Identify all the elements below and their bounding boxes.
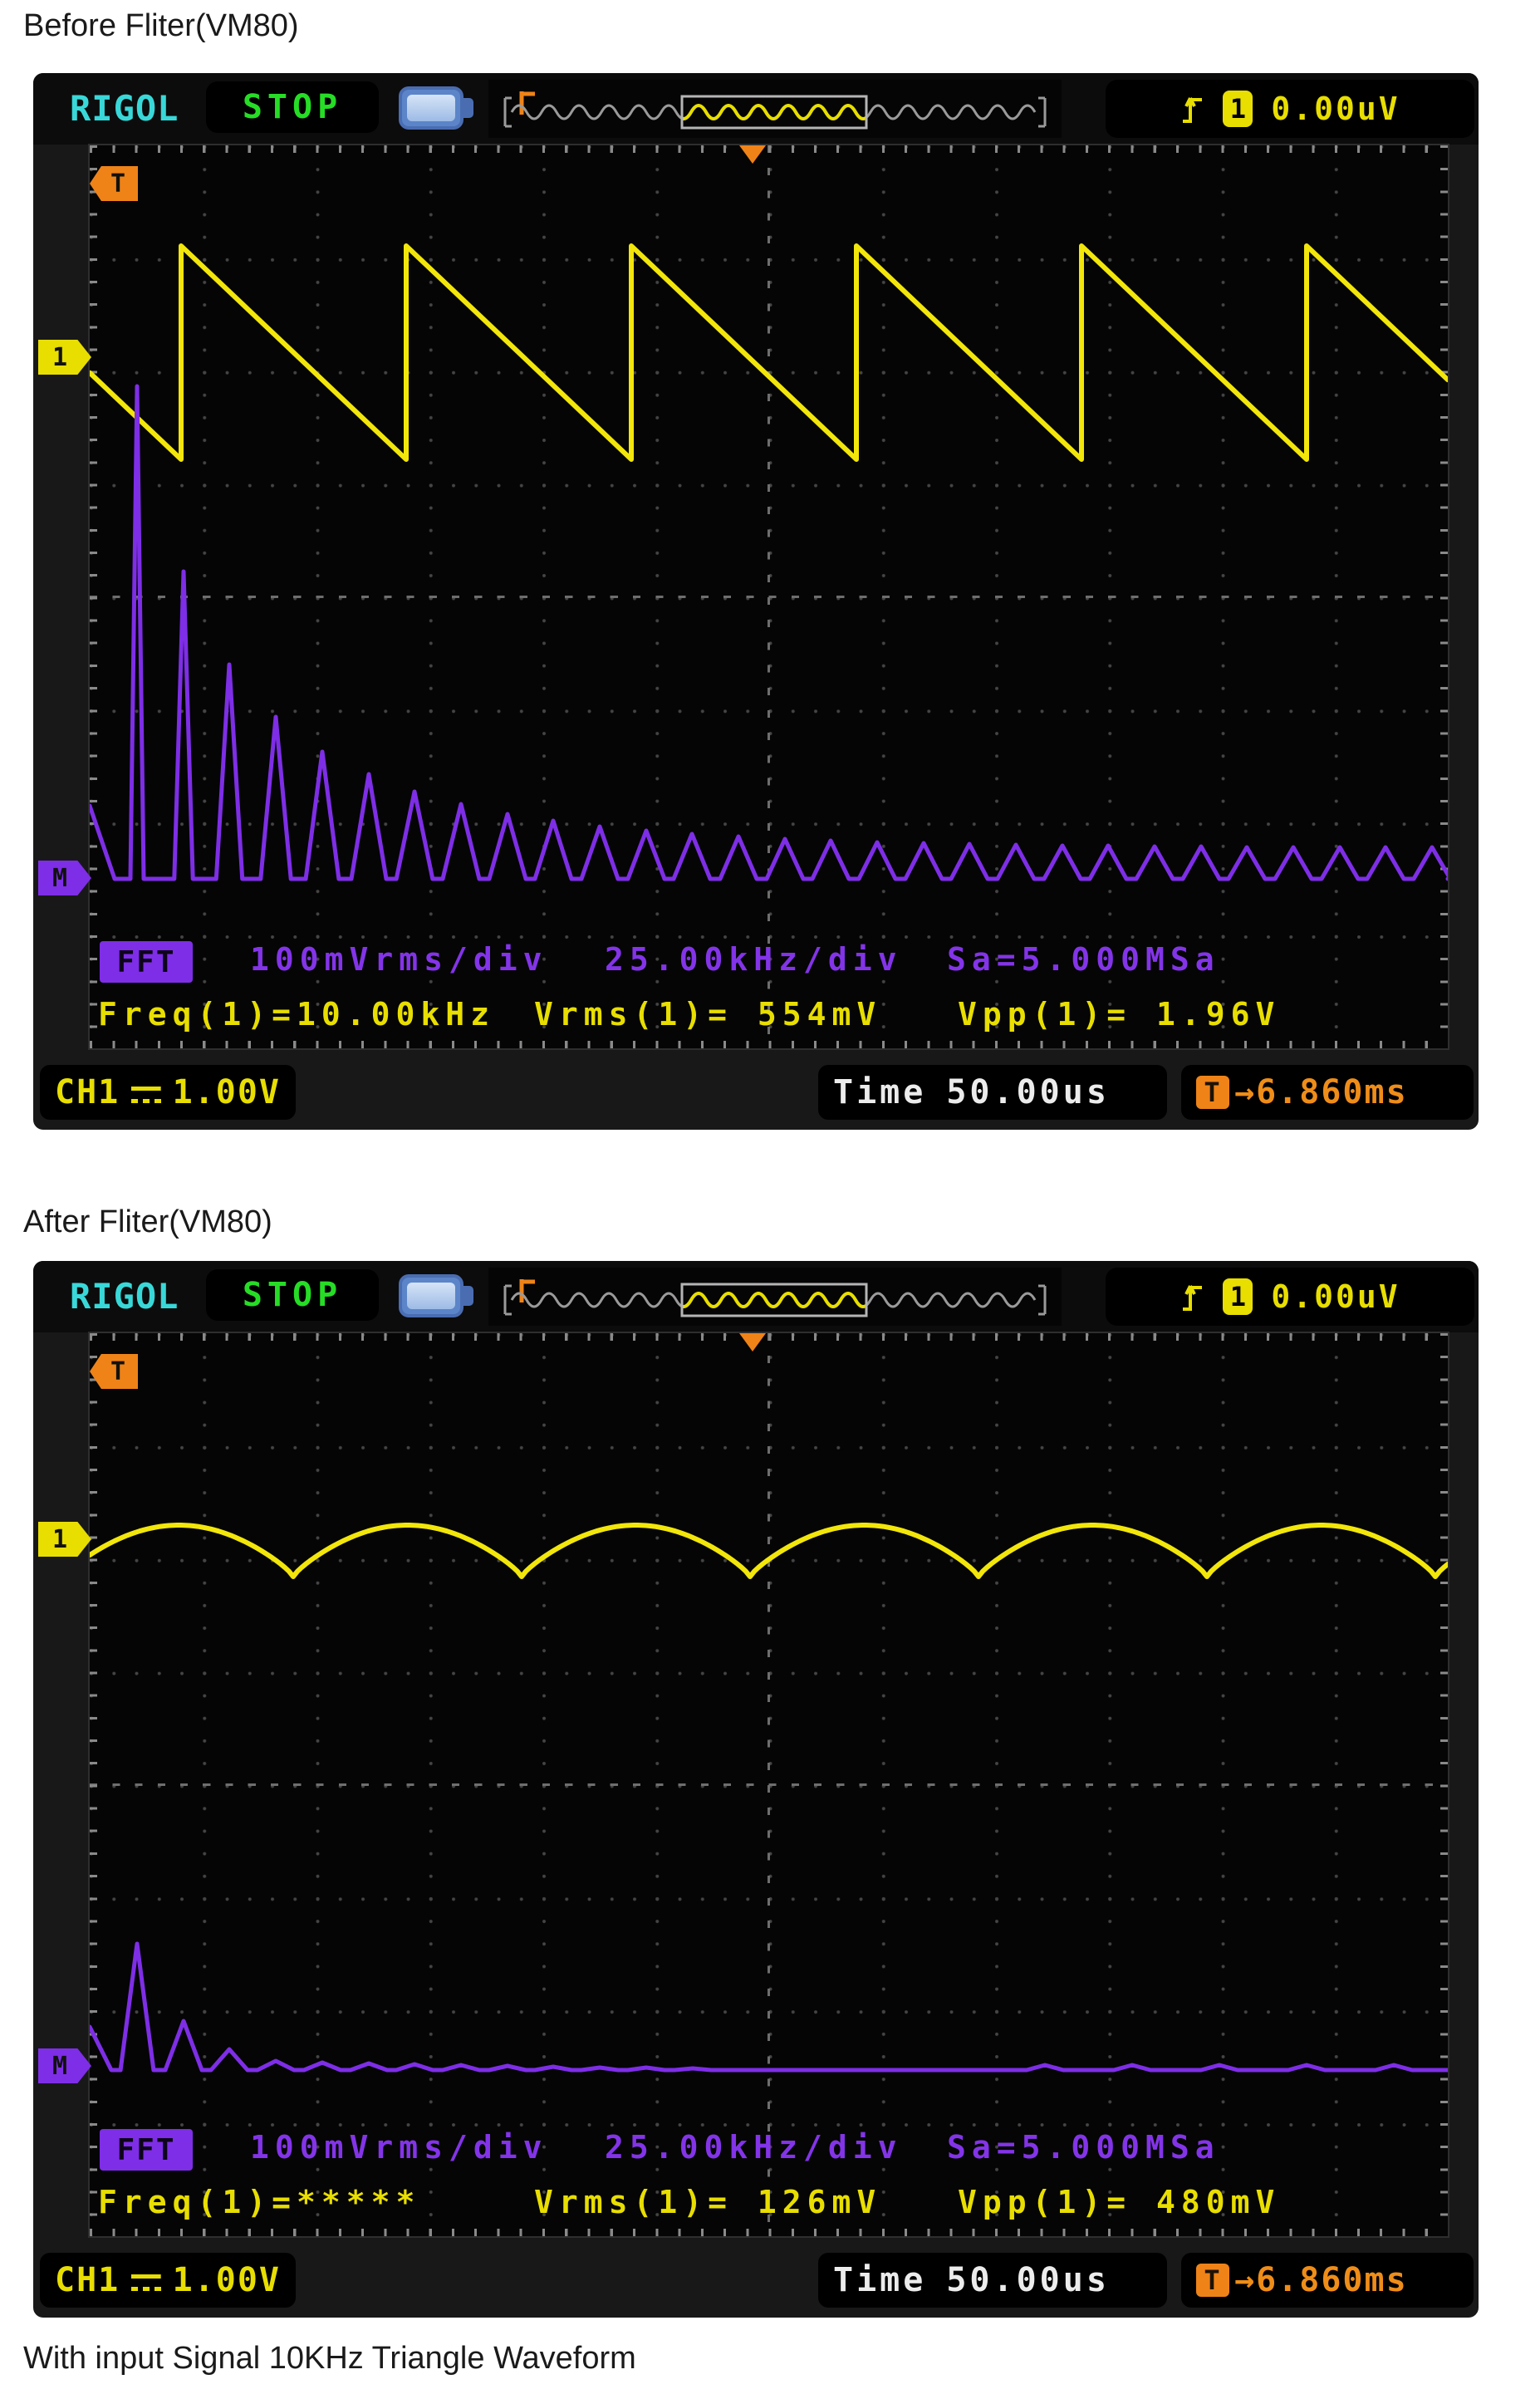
channel1-marker: 1 <box>38 1522 91 1557</box>
waveform-traces <box>90 145 1448 1048</box>
rigol-logo: RIGOL <box>70 1276 179 1317</box>
run-status-box: STOP <box>206 1269 379 1321</box>
channel1-status-box: CH1 1.00V <box>40 1065 296 1120</box>
fft-sample-rate: Sa=5.000MSa <box>947 941 1220 978</box>
vpp-measurement: Vpp(1)= 480mV <box>958 2184 1280 2220</box>
waveform-traces <box>90 1333 1448 2236</box>
trigger-position-marker <box>739 145 766 164</box>
battery-icon <box>399 86 463 130</box>
fft-tag: FFT <box>100 2129 193 2171</box>
run-status: STOP <box>243 1276 342 1314</box>
timebase-box: Time 50.00us <box>818 1065 1167 1120</box>
caption-input-signal: With input Signal 10KHz Triangle Wavefor… <box>23 2341 636 2377</box>
fft-settings-row: FFT 100mVrms/div 25.00kHz/div Sa=5.000MS… <box>90 2129 1448 2172</box>
fft-horizontal-scale: 25.00kHz/div <box>605 2129 903 2166</box>
trigger-level-readout: 0.00uV <box>1271 91 1400 127</box>
dc-coupling-icon <box>131 2274 160 2294</box>
trigger-info-box: 1 0.00uV <box>1106 80 1474 138</box>
measurements-row: Freq(1)=10.00kHz Vrms(1)= 554mV Vpp(1)= … <box>90 996 1448 1036</box>
waveform-preview-bar <box>493 1273 1057 1321</box>
fft-settings-row: FFT 100mVrms/div 25.00kHz/div Sa=5.000MS… <box>90 941 1448 984</box>
vrms-measurement: Vrms(1)= 554mV <box>534 996 881 1033</box>
fft-vertical-scale: 100mVrms/div <box>250 941 548 978</box>
battery-icon <box>399 1274 463 1317</box>
scope-header: RIGOL STOP 1 0.00uV <box>33 73 1479 145</box>
run-status-box: STOP <box>206 81 379 133</box>
scope-header: RIGOL STOP 1 0.00uV <box>33 1261 1479 1332</box>
trigger-source-badge: 1 <box>1223 91 1253 127</box>
trigger-source-badge: 1 <box>1223 1278 1253 1315</box>
trigger-offset-box: T →6.860ms <box>1181 1065 1474 1120</box>
timebase-box: Time 50.00us <box>818 2253 1167 2308</box>
run-status: STOP <box>243 88 342 126</box>
fft-vertical-scale: 100mVrms/div <box>250 2129 548 2166</box>
graticule: T FFT 100mVrms/div 25.00kHz/div Sa=5.000… <box>90 145 1448 1048</box>
math-channel-marker: M <box>38 2048 91 2083</box>
rigol-logo: RIGOL <box>70 88 179 129</box>
fft-horizontal-scale: 25.00kHz/div <box>605 941 903 978</box>
vpp-measurement: Vpp(1)= 1.96V <box>958 996 1280 1033</box>
trigger-edge-icon <box>1180 90 1204 128</box>
dc-coupling-icon <box>131 1087 160 1106</box>
waveform-preview-bar <box>493 85 1057 133</box>
measurements-row: Freq(1)=***** Vrms(1)= 126mV Vpp(1)= 480… <box>90 2184 1448 2224</box>
freq-measurement: Freq(1)=***** <box>98 2184 420 2220</box>
channel1-status-box: CH1 1.00V <box>40 2253 296 2308</box>
fft-sample-rate: Sa=5.000MSa <box>947 2129 1220 2166</box>
memory-preview-panel <box>488 80 1062 138</box>
trigger-offset-icon: T <box>1196 1076 1229 1109</box>
vrms-measurement: Vrms(1)= 126mV <box>534 2184 881 2220</box>
trigger-offset-icon: T <box>1196 2264 1229 2297</box>
oscilloscope-screenshot-before: RIGOL STOP 1 0.00uV T FFT 100mVrms/div 2… <box>33 73 1479 1130</box>
memory-preview-panel <box>488 1268 1062 1326</box>
trigger-position-marker <box>739 1333 766 1352</box>
channel1-marker: 1 <box>38 340 91 375</box>
trigger-level-readout: 0.00uV <box>1271 1278 1400 1315</box>
freq-measurement: Freq(1)=10.00kHz <box>98 996 495 1033</box>
caption-before-filter: Before Fliter(VM80) <box>23 8 299 44</box>
trigger-edge-icon <box>1180 1278 1204 1316</box>
caption-after-filter: After Fliter(VM80) <box>23 1204 272 1240</box>
oscilloscope-screenshot-after: RIGOL STOP 1 0.00uV T FFT 100mVrms/div 2… <box>33 1261 1479 2318</box>
trigger-info-box: 1 0.00uV <box>1106 1268 1474 1326</box>
trigger-offset-box: T →6.860ms <box>1181 2253 1474 2308</box>
math-channel-marker: M <box>38 861 91 895</box>
graticule: T FFT 100mVrms/div 25.00kHz/div Sa=5.000… <box>90 1333 1448 2236</box>
fft-tag: FFT <box>100 941 193 983</box>
